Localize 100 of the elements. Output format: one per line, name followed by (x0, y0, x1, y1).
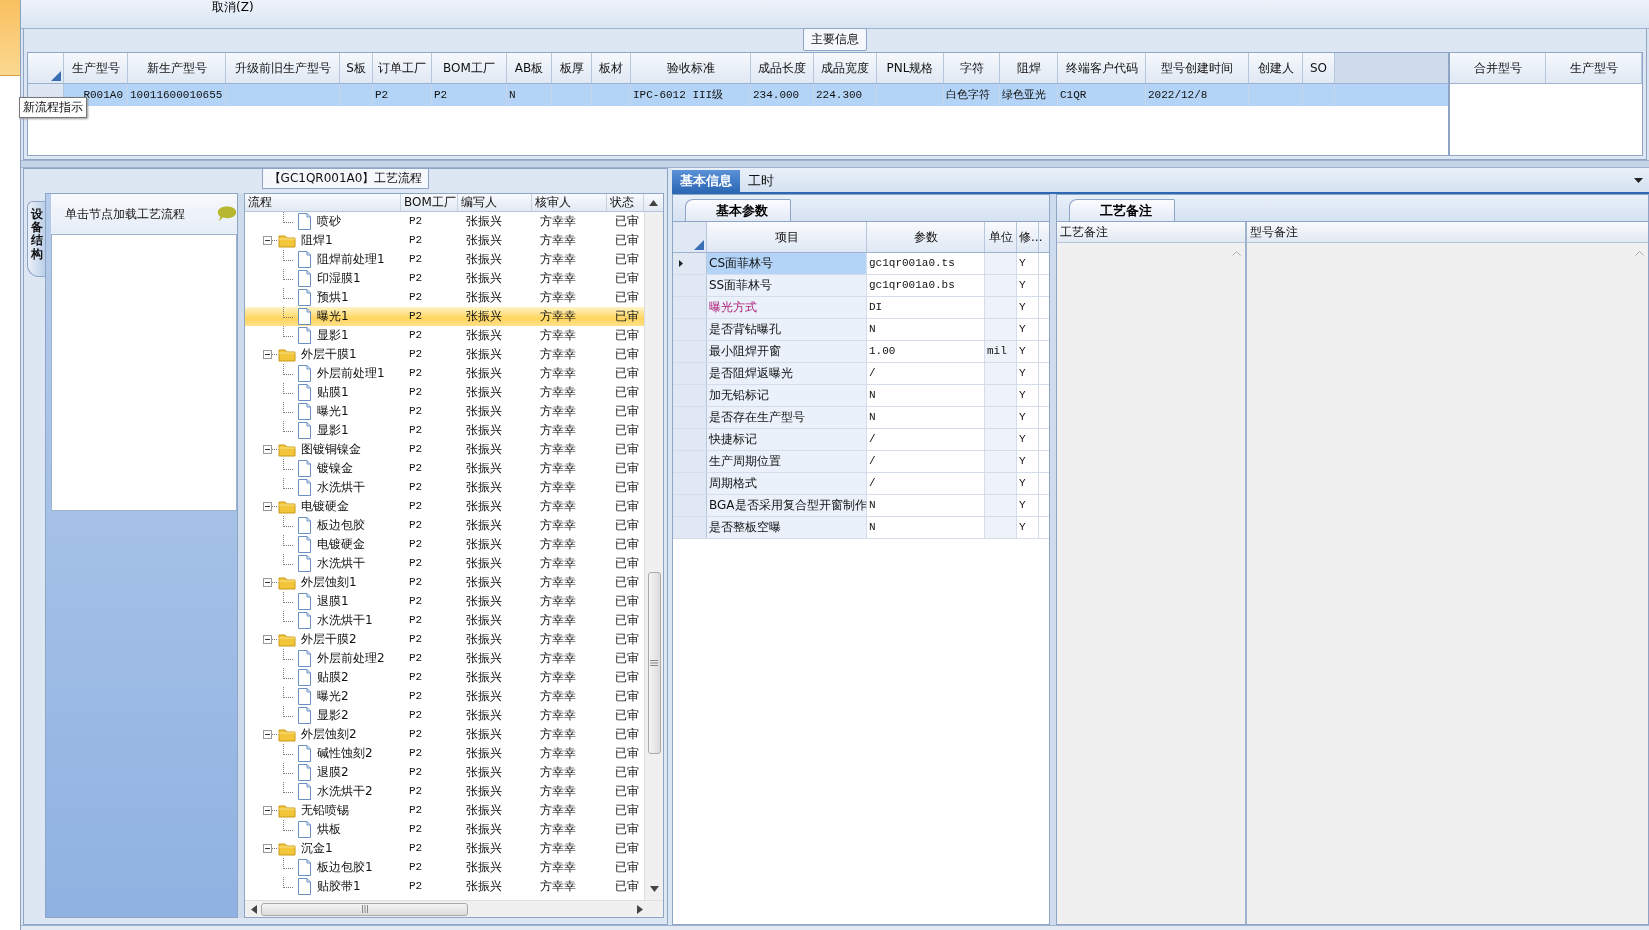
table-cell-text: P2 (408, 480, 424, 495)
tree-item[interactable]: 曝光1 (315, 402, 351, 421)
notes-field[interactable] (1247, 243, 1648, 924)
folder-icon (278, 841, 296, 856)
collapse-icon[interactable] (263, 730, 272, 739)
column-header[interactable]: BOM工厂 (432, 53, 507, 83)
tree-item[interactable]: 无铅喷锡 (299, 801, 351, 820)
tree-item[interactable]: 外层前处理1 (315, 364, 387, 383)
table-cell: SS面菲林号 (707, 275, 867, 296)
table-cell: P2 (373, 84, 432, 106)
column-header[interactable]: 核审人 (532, 194, 607, 211)
column-header[interactable]: 新生产型号 (128, 53, 226, 83)
column-header[interactable]: 板厚 (552, 53, 592, 83)
collapse-icon[interactable] (263, 350, 272, 359)
tree-item[interactable]: 板边包胶1 (315, 858, 375, 877)
column-header[interactable]: BOM工厂 (401, 194, 458, 211)
tree-item[interactable]: 沉金1 (299, 839, 335, 858)
collapse-icon[interactable] (263, 445, 272, 454)
column-header[interactable]: 创建人 (1249, 53, 1303, 83)
horizontal-scrollbar[interactable] (245, 900, 663, 917)
column-header[interactable]: S板 (340, 53, 373, 83)
column-header[interactable]: 型号创建时间 (1146, 53, 1249, 83)
table-cell-text: P2 (408, 328, 424, 343)
document-icon (297, 745, 312, 762)
tree-item[interactable]: 镀镍金 (315, 459, 355, 478)
collapse-icon[interactable] (263, 844, 272, 853)
column-header[interactable]: 工艺备注 (1057, 222, 1245, 243)
tree-item[interactable]: 显影1 (315, 326, 351, 345)
column-header[interactable]: 流程 (245, 194, 401, 211)
column-header[interactable]: 字符 (944, 53, 1000, 83)
tree-item[interactable]: 显影2 (315, 706, 351, 725)
column-header[interactable]: 阻焊 (1000, 53, 1058, 83)
cancel-button[interactable]: 取消(Z) (206, 0, 260, 14)
column-header[interactable]: 型号备注 (1247, 222, 1648, 243)
tree-item[interactable]: 预烘1 (315, 288, 351, 307)
tab[interactable]: 工艺备注 (1069, 199, 1175, 221)
tree-item[interactable]: 水洗烘干 (315, 554, 367, 573)
column-header[interactable]: 成品宽度 (814, 53, 877, 83)
column-header[interactable]: 板材 (592, 53, 631, 83)
collapse-icon[interactable] (263, 806, 272, 815)
notes-field[interactable] (1057, 243, 1245, 924)
tree-item[interactable]: 外层前处理2 (315, 649, 387, 668)
column-header[interactable]: 状态 (607, 194, 644, 211)
tree-item[interactable]: 曝光1 (315, 307, 351, 326)
tree-item[interactable]: 烘板 (315, 820, 343, 839)
column-header[interactable]: 成品长度 (751, 53, 814, 83)
tree-item[interactable]: 退膜2 (315, 763, 351, 782)
tree-item[interactable]: 阻焊1 (299, 231, 335, 250)
tab[interactable]: 工时 (740, 170, 782, 192)
column-header[interactable]: 订单工厂 (373, 53, 432, 83)
column-header[interactable]: 编写人 (458, 194, 532, 211)
tree-item[interactable]: 外层蚀刻1 (299, 573, 359, 592)
scrollbar-thumb[interactable] (261, 902, 468, 916)
collapse-icon[interactable] (263, 502, 272, 511)
table-cell-text: 已审 (614, 308, 640, 325)
column-header[interactable]: 合并型号 (1450, 53, 1546, 83)
tree-item[interactable]: 电镀硬金 (315, 535, 367, 554)
tree-item[interactable]: 电镀硬金 (299, 497, 351, 516)
tree-item[interactable]: 退膜1 (315, 592, 351, 611)
collapse-icon[interactable] (263, 635, 272, 644)
vertical-scrollbar[interactable] (644, 212, 663, 900)
table-cell-text: 已审 (614, 498, 640, 515)
column-header[interactable]: 参数 (867, 222, 985, 252)
scrollbar-thumb[interactable] (647, 572, 661, 754)
column-header[interactable]: PNL规格 (877, 53, 944, 83)
tree-item[interactable]: 水洗烘干2 (315, 782, 375, 801)
table-cell-text: 张振兴 (465, 422, 503, 439)
tree-item[interactable]: 贴膜1 (315, 383, 351, 402)
column-header[interactable]: 单位 (985, 222, 1017, 252)
tree-item[interactable]: 曝光2 (315, 687, 351, 706)
tree-item[interactable]: 阻焊前处理1 (315, 250, 387, 269)
tree-item[interactable]: 板边包胶 (315, 516, 367, 535)
tree-item[interactable]: 外层干膜1 (299, 345, 359, 364)
side-tab[interactable]: 设备结构 (27, 201, 45, 277)
column-header[interactable]: 验收标准 (631, 53, 751, 83)
tab[interactable]: 基本参数 (685, 199, 791, 221)
table-cell-text: 方幸幸 (539, 555, 577, 572)
collapse-icon[interactable] (263, 578, 272, 587)
tree-item[interactable]: 水洗烘干 (315, 478, 367, 497)
column-header[interactable]: 生产型号 (64, 53, 128, 83)
tab[interactable]: 基本信息 (672, 170, 740, 192)
collapse-icon[interactable] (263, 236, 272, 245)
table-cell-text: 方幸幸 (539, 745, 577, 762)
tree-item[interactable]: 图镀铜镍金 (299, 440, 363, 459)
tree-item[interactable]: 喷砂 (315, 212, 343, 231)
tree-item[interactable]: 外层蚀刻2 (299, 725, 359, 744)
document-icon (297, 859, 312, 876)
tree-item[interactable]: 贴膜2 (315, 668, 351, 687)
column-header[interactable]: 终端客户代码 (1058, 53, 1146, 83)
tree-item[interactable]: 外层干膜2 (299, 630, 359, 649)
panel-title: 【GC1QR001A0】工艺流程 (261, 168, 430, 189)
tree-item[interactable]: 贴胶带1 (315, 877, 363, 896)
tree-item[interactable]: 印湿膜1 (315, 269, 363, 288)
tree-item[interactable]: 水洗烘干1 (315, 611, 375, 630)
column-header[interactable]: 升级前旧生产型号 (226, 53, 340, 83)
column-header[interactable]: AB板 (507, 53, 552, 83)
tree-item[interactable]: 显影1 (315, 421, 351, 440)
tree-item[interactable]: 碱性蚀刻2 (315, 744, 375, 763)
column-header[interactable]: 生产型号 (1546, 53, 1642, 83)
column-header[interactable]: 项目 (707, 222, 867, 252)
